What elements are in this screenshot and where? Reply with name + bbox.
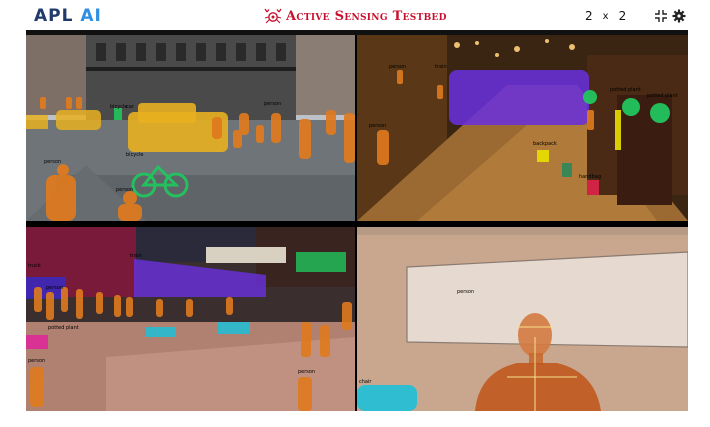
label-chair: chair [359,379,372,385]
label-backpack: backpack [533,141,557,147]
label-person: person [264,101,281,107]
label-potted-plant: potted plant [647,93,678,99]
apl-ai-logo: APL AI [34,6,102,26]
video-feed-street[interactable]: person person person bicycle bicycle car [26,35,355,221]
label-handbag: handbag [579,174,601,180]
label-bicycle: bicycle [126,152,144,158]
video-feed-night-street[interactable]: train person person handbag backpack pot… [357,35,688,221]
gear-icon[interactable] [672,9,686,23]
label-person: person [46,285,63,291]
app-header: APL AI Active Sensing Testbed 2 x 2 [0,0,710,32]
label-potted-plant: potted plant [610,87,641,93]
app-title: Active Sensing Testbed [264,8,447,24]
crab-icon [264,8,282,24]
video-feed-times-square[interactable]: truck train person person person potted … [26,227,355,411]
video-grid: person person person bicycle bicycle car [26,30,688,411]
label-person: person [369,123,386,129]
label-potted-plant: potted plant [48,325,79,331]
label-person: person [298,369,315,375]
label-train: train [435,64,447,70]
label-person: person [28,358,45,364]
grid-rows-value[interactable]: 2 [585,9,593,23]
label-car: car [126,104,135,110]
label-person: person [116,187,133,193]
logo-accent-text: AI [80,6,102,26]
logo-main-text: APL [34,6,74,26]
label-person: person [457,289,474,295]
label-person: person [44,159,61,165]
grid-size-selector[interactable]: 2 x 2 [585,9,626,23]
label-truck: truck [28,263,41,269]
label-person: person [389,64,406,70]
label-train: train [130,253,142,259]
video-feed-office[interactable]: person chair [357,227,688,411]
grid-separator: x [602,10,609,22]
title-text: Active Sensing Testbed [286,8,447,24]
fullscreen-collapse-icon[interactable] [654,9,668,23]
grid-cols-value[interactable]: 2 [619,9,627,23]
label-bicycle: bicycle [110,104,128,110]
